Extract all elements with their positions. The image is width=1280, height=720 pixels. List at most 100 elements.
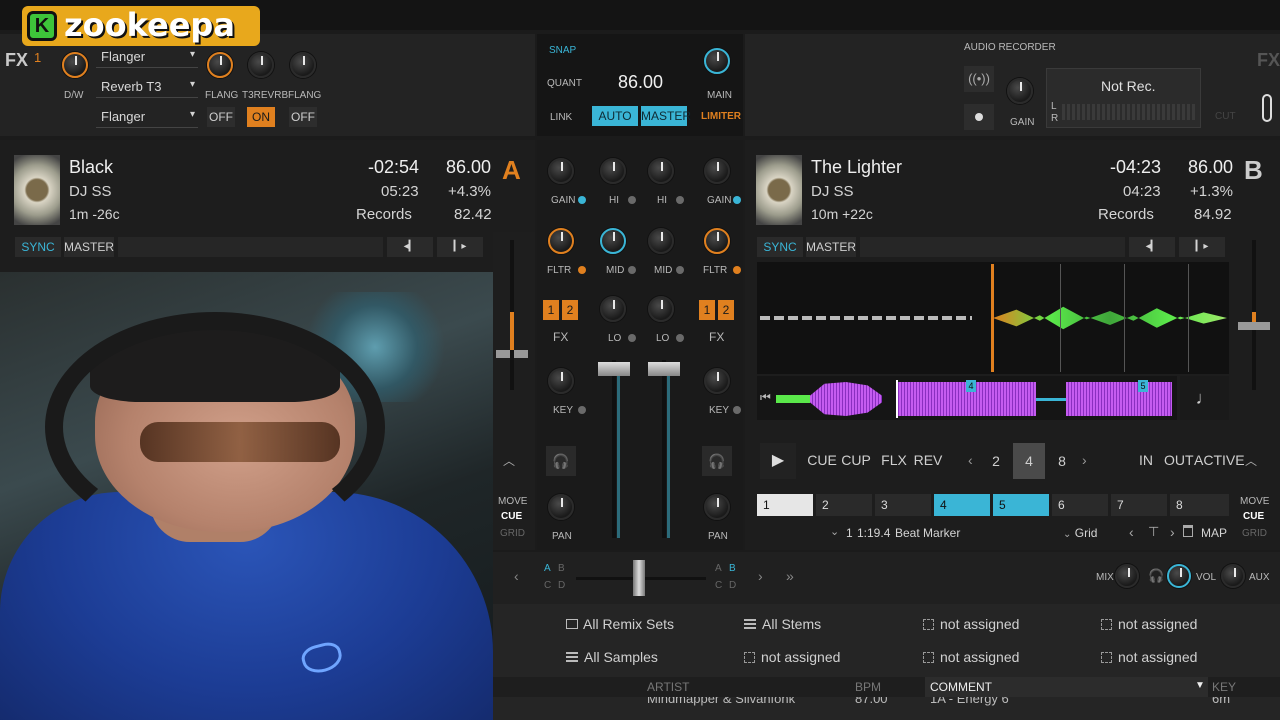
deck-b-grid-mode[interactable]: GRID: [1242, 528, 1267, 539]
channel-2-filter-indicator[interactable]: [733, 266, 741, 274]
deck-b-loop-out-button[interactable]: OUT: [1164, 450, 1194, 470]
link-button[interactable]: LINK: [550, 112, 572, 123]
crossfader-right-a[interactable]: A: [715, 563, 722, 574]
channel-2-gain-knob[interactable]: [704, 158, 730, 184]
column-artist[interactable]: ARTIST: [647, 680, 689, 694]
cue-prev-icon[interactable]: ‹: [1129, 524, 1134, 540]
crossfader-left-c[interactable]: C: [544, 580, 551, 591]
cue-name[interactable]: Beat Marker: [895, 526, 960, 540]
cue-type-dropdown[interactable]: ⌄ Grid: [1063, 526, 1097, 540]
deck-a-cue-mode[interactable]: CUE: [501, 511, 522, 522]
favorite-all-stems[interactable]: All Stems: [744, 616, 821, 632]
cue-mix-knob[interactable]: [1115, 564, 1139, 588]
cue-set-icon[interactable]: ⊤: [1148, 524, 1159, 540]
snap-button[interactable]: SNAP: [549, 45, 576, 56]
recorder-gain-knob[interactable]: [1007, 78, 1033, 104]
deck-b-sync-button[interactable]: SYNC: [757, 237, 803, 257]
channel-1-volume-fader[interactable]: [598, 362, 630, 376]
deck-b-master-button[interactable]: MASTER: [806, 237, 856, 257]
deck-a-nudge-left[interactable]: ◂▎: [387, 237, 433, 257]
channel-2-mid-knob[interactable]: [648, 228, 674, 254]
cue-volume-knob[interactable]: [1167, 564, 1191, 588]
crossfader-left-a[interactable]: A: [544, 563, 551, 574]
deck-b-nudge-right[interactable]: ▎▸: [1179, 237, 1225, 257]
favorite-all-remix-sets[interactable]: All Remix Sets: [566, 616, 674, 632]
deck-b-cue-point-4[interactable]: 4: [966, 380, 976, 392]
deck-b-collapse-chevron[interactable]: ︿: [1245, 452, 1257, 469]
deck-b-loop-size-8[interactable]: 8: [1046, 443, 1078, 479]
broadcast-icon[interactable]: ((•)): [964, 66, 994, 92]
favorite-slot-4[interactable]: not assigned: [1101, 616, 1197, 632]
auto-button[interactable]: AUTO: [592, 106, 638, 126]
deck-b-bpm[interactable]: 86.00: [1188, 157, 1233, 178]
deck-b-loop-next[interactable]: ›: [1082, 452, 1087, 468]
deck-b-loop-in-button[interactable]: IN: [1134, 450, 1158, 470]
favorite-all-samples[interactable]: All Samples: [566, 649, 658, 665]
hotcue-3[interactable]: 3: [875, 494, 931, 516]
fx-collapse-handle[interactable]: [1262, 94, 1272, 122]
favorite-slot-3[interactable]: not assigned: [923, 616, 1019, 632]
hotcue-7[interactable]: 7: [1111, 494, 1167, 516]
deck-a-collapse-chevron[interactable]: ︿: [503, 452, 515, 469]
cue-map-button[interactable]: MAP: [1201, 526, 1227, 540]
deck-b-loop-prev[interactable]: ‹: [968, 452, 973, 468]
fx-toggle-2[interactable]: ON: [247, 107, 275, 127]
trash-icon[interactable]: [1183, 525, 1193, 537]
channel-2-key-knob[interactable]: [704, 368, 730, 394]
column-key[interactable]: KEY: [1212, 680, 1236, 694]
deck-a-bpm[interactable]: 86.00: [446, 157, 491, 178]
crossfader-right-b[interactable]: B: [729, 563, 736, 574]
fx-knob-3[interactable]: [290, 52, 316, 78]
channel-1-lo-kill[interactable]: [628, 334, 636, 342]
fx-toggle-3[interactable]: OFF: [289, 107, 317, 127]
track-row-partial[interactable]: Mindmapper & Silvanfonk 87.00 1A - Energ…: [493, 697, 1280, 707]
channel-2-fx-unit-2[interactable]: 2: [718, 300, 734, 320]
channel-1-hi-knob[interactable]: [600, 158, 626, 184]
channel-1-cue-button[interactable]: 🎧: [546, 446, 576, 476]
channel-2-filter-knob[interactable]: [704, 228, 730, 254]
channel-1-pan-knob[interactable]: [548, 494, 574, 520]
deck-b-play-button[interactable]: ▶: [760, 443, 796, 479]
master-tempo-value[interactable]: 86.00: [618, 72, 663, 93]
deck-b-cue-button[interactable]: CUE: [806, 450, 838, 470]
channel-2-key-indicator[interactable]: [733, 406, 741, 414]
channel-1-fx-unit-2[interactable]: 2: [562, 300, 578, 320]
channel-1-fx-unit-1[interactable]: 1: [543, 300, 559, 320]
deck-b-move-label[interactable]: MOVE: [1240, 496, 1269, 507]
deck-b-stripe-start[interactable]: ⏮: [760, 390, 771, 405]
quant-button[interactable]: QUANT: [547, 78, 582, 89]
favorite-slot-6[interactable]: not assigned: [744, 649, 840, 665]
crossfader-right-c[interactable]: C: [715, 580, 722, 591]
channel-1-key-indicator[interactable]: [578, 406, 586, 414]
favorite-slot-7[interactable]: not assigned: [923, 649, 1019, 665]
crossfader-right-d[interactable]: D: [729, 580, 736, 591]
hotcue-8[interactable]: 8: [1170, 494, 1229, 516]
crossfader-left-b[interactable]: B: [558, 563, 565, 574]
cue-dropdown-chevron[interactable]: ⌄: [830, 525, 839, 538]
channel-2-mid-kill[interactable]: [676, 266, 684, 274]
channel-1-mid-kill[interactable]: [628, 266, 636, 274]
hotcue-5[interactable]: 5: [993, 494, 1049, 516]
fx-slot-3-select[interactable]: Flanger ▾: [96, 106, 198, 128]
channel-2-volume-fader[interactable]: [648, 362, 680, 376]
dry-wet-knob[interactable]: [62, 52, 88, 78]
channel-2-pan-knob[interactable]: [704, 494, 730, 520]
hotcue-6[interactable]: 6: [1052, 494, 1108, 516]
channel-2-lo-knob[interactable]: [648, 296, 674, 322]
fx-knob-1[interactable]: [207, 52, 233, 78]
master-clock-button[interactable]: MASTER: [641, 106, 691, 126]
crossfader-next-arrow[interactable]: ›: [758, 568, 763, 584]
channel-1-key-knob[interactable]: [548, 368, 574, 394]
channel-2-hi-knob[interactable]: [648, 158, 674, 184]
column-bpm[interactable]: BPM: [855, 680, 881, 694]
crossfader-left-d[interactable]: D: [558, 580, 565, 591]
deck-b-loop-active-button[interactable]: ACTIVE: [1194, 450, 1245, 470]
deck-b-cup-button[interactable]: CUP: [840, 450, 872, 470]
channel-1-mid-knob[interactable]: [600, 228, 626, 254]
channel-1-lo-knob[interactable]: [600, 296, 626, 322]
column-comment[interactable]: COMMENT: [930, 680, 992, 694]
hotcue-1[interactable]: 1: [757, 494, 813, 516]
fx-slot-1-select[interactable]: Flanger ▾: [96, 46, 198, 68]
deck-b-cue-point-5[interactable]: 5: [1138, 380, 1148, 392]
deck-a-move-label[interactable]: MOVE: [498, 496, 527, 507]
